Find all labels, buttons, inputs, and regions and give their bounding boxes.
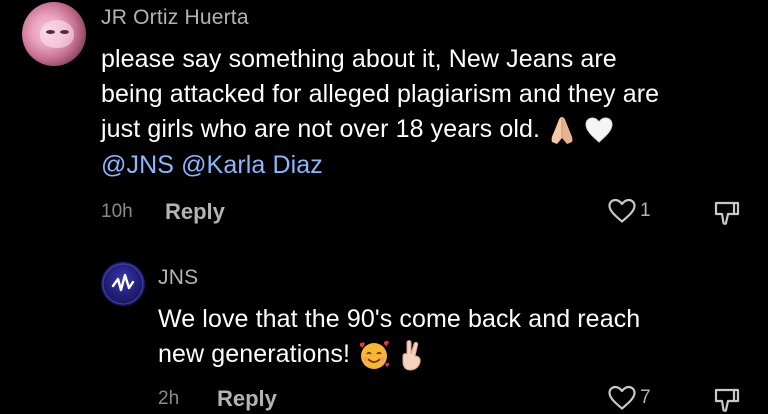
reply-text-line-2: new generations! bbox=[158, 337, 426, 372]
reply-reply-button[interactable]: Reply bbox=[217, 386, 277, 412]
heart-outline-icon bbox=[608, 385, 636, 410]
reply-like-count: 7 bbox=[640, 387, 651, 408]
smiling-face-with-hearts-emoji bbox=[359, 341, 390, 370]
folded-hands-emoji bbox=[551, 117, 573, 145]
reply-timestamp: 2h bbox=[158, 388, 180, 409]
reply-like-button[interactable]: 7 bbox=[607, 385, 651, 411]
comment-text-line-3-text: just girls who are not over 18 years old… bbox=[101, 115, 541, 143]
dislike-icon[interactable] bbox=[713, 386, 741, 414]
like-button[interactable]: 1 bbox=[607, 198, 651, 224]
comment-text-line-2: being attacked for alleged plagiarism an… bbox=[101, 80, 660, 108]
comment-mentions: @JNS @Karla Diaz bbox=[101, 148, 323, 183]
dislike-icon[interactable] bbox=[713, 199, 741, 227]
reply-username[interactable]: JNS bbox=[158, 266, 198, 290]
commenter-avatar[interactable] bbox=[22, 2, 86, 66]
comment-timestamp: 10h bbox=[101, 201, 133, 222]
reply-button[interactable]: Reply bbox=[165, 199, 225, 225]
crossed-fingers-emoji bbox=[402, 340, 421, 371]
logo-icon bbox=[102, 263, 144, 305]
mention-link[interactable]: @Karla Diaz bbox=[181, 151, 323, 179]
white-heart-emoji bbox=[585, 117, 613, 144]
like-count: 1 bbox=[640, 200, 651, 221]
comment-text-line-3: just girls who are not over 18 years old… bbox=[101, 112, 614, 147]
comment-text-line-1: please say something about it, New Jeans… bbox=[101, 45, 617, 73]
mention-link[interactable]: @JNS bbox=[101, 151, 174, 179]
commenter-username[interactable]: JR Ortiz Huerta bbox=[101, 6, 249, 30]
reply-avatar[interactable] bbox=[101, 262, 145, 306]
reply-text-line-1: We love that the 90's come back and reac… bbox=[158, 305, 641, 333]
reply-text-line-2-text: new generations! bbox=[158, 340, 351, 368]
heart-outline-icon bbox=[608, 198, 636, 223]
